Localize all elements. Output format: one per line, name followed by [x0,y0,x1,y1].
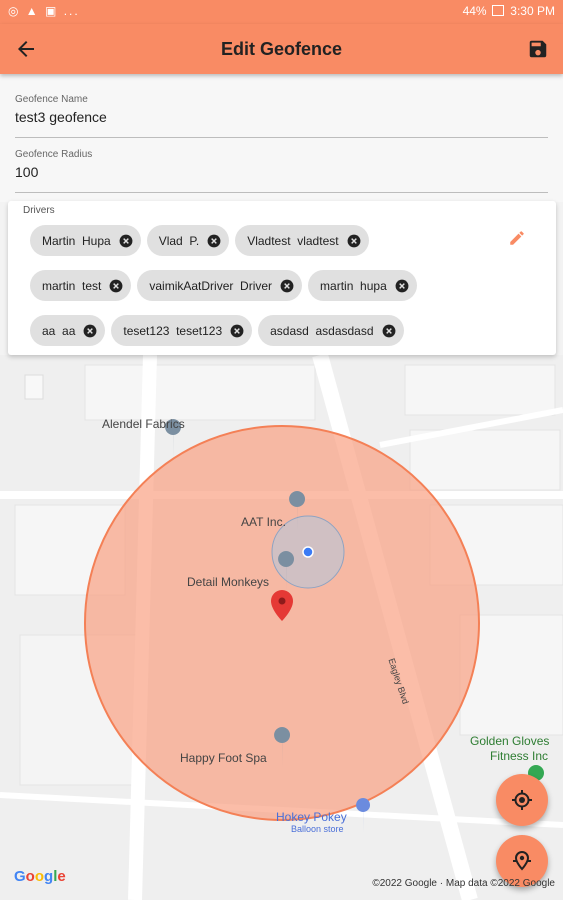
geofence-radius-label: Geofence Radius [15,149,93,160]
driver-chip-label: martin test [42,278,102,293]
poi-alendel-fabrics[interactable]: Alendel Fabrics [102,417,185,431]
poi-happy-foot-spa[interactable]: Happy Foot Spa [180,751,267,765]
driver-chip-label: Martin Hupa [42,233,111,248]
geofence-radius-input[interactable]: 100 [15,164,548,180]
poi-detail-monkeys[interactable]: Detail Monkeys [187,575,269,589]
battery-icon [491,5,504,16]
battery-level: 44% [462,4,487,18]
map-view[interactable]: Alendel Fabrics AAT Inc. Detail Monkeys … [0,355,563,900]
remove-chip-icon[interactable] [119,234,133,248]
remove-chip-icon[interactable] [230,324,244,338]
remove-chip-icon[interactable] [109,279,123,293]
driver-chip[interactable]: Martin Hupa [30,225,141,256]
my-location-button[interactable] [496,774,548,826]
geofence-name-input[interactable]: test3 geofence [15,109,548,125]
driver-chip[interactable]: teset123 teset123 [111,315,253,346]
geofence-name-field[interactable]: Geofence Name test3 geofence [15,94,548,138]
driver-chip-label: asdasd asdasdasd [270,323,374,338]
map-copyright: ©2022 Google · Map data ©2022 Google [372,878,555,889]
chip-row: aa aa teset123 teset123 asdasd asdasdasd [30,315,490,346]
remove-chip-icon[interactable] [207,234,221,248]
driver-chip[interactable]: aa aa [30,315,106,346]
status-bar: ◎ ▲ ▣ ... 44% 3:30 PM [0,0,563,24]
driver-chip[interactable]: Vladtest vladtest [235,225,369,256]
google-logo: Google [14,868,66,885]
clock: 3:30 PM [510,4,555,18]
remove-chip-icon[interactable] [395,279,409,293]
driver-chip[interactable]: vaimikAatDriver Driver [137,270,303,301]
remove-chip-icon[interactable] [347,234,361,248]
geofence-name-label: Geofence Name [15,94,88,105]
page-title: Edit Geofence [220,39,343,59]
driver-chip[interactable]: martin test [30,270,132,301]
driver-chip[interactable]: Vlad P. [146,225,230,256]
driver-chip[interactable]: asdasd asdasdasd [258,315,404,346]
driver-chip[interactable]: martin hupa [308,270,417,301]
drivers-label: Drivers [23,205,55,216]
driver-chip-label: aa aa [42,323,76,338]
driver-chip-label: Vladtest vladtest [247,233,339,248]
notification-icons: ◎ ▲ ▣ ... [8,4,80,18]
chip-row: martin test vaimikAatDriver Driver martin … [30,270,490,301]
poi-aat-inc[interactable]: AAT Inc. [241,515,286,529]
driver-chip-label: Vlad P. [158,233,200,248]
driver-chip-label: vaimikAatDriver Driver [149,278,273,293]
remove-chip-icon[interactable] [382,324,396,338]
remove-chip-icon[interactable] [83,324,97,338]
driver-chip-label: martin hupa [320,278,387,293]
gps-crosshair-icon [512,790,532,810]
geofence-form: Geofence Name test3 geofence Geofence Ra… [0,74,563,202]
remove-chip-icon[interactable] [280,279,294,293]
poi-golden-gloves[interactable]: Golden Gloves [470,734,549,748]
app-bar: Edit Geofence [0,24,563,74]
geofence-radius-field[interactable]: Geofence Radius 100 [15,149,548,193]
location-pin-icon [513,850,531,871]
drivers-card: Drivers Martin Hupa Vlad P. Vladtest vladt… [8,201,556,355]
poi-golden-gloves-line2: Fitness Inc [490,749,549,763]
save-icon[interactable] [527,38,549,60]
driver-chips: Martin Hupa Vlad P. Vladtest vladtest marti… [30,225,490,360]
poi-hokey-pokey[interactable]: Hokey Pokey [276,810,347,824]
driver-chip-label: teset123 teset123 [123,323,223,338]
poi-hokey-pokey-sub: Balloon store [291,824,344,834]
edit-pencil-icon[interactable] [508,229,526,247]
chip-row: Martin Hupa Vlad P. Vladtest vladtest [30,225,490,256]
